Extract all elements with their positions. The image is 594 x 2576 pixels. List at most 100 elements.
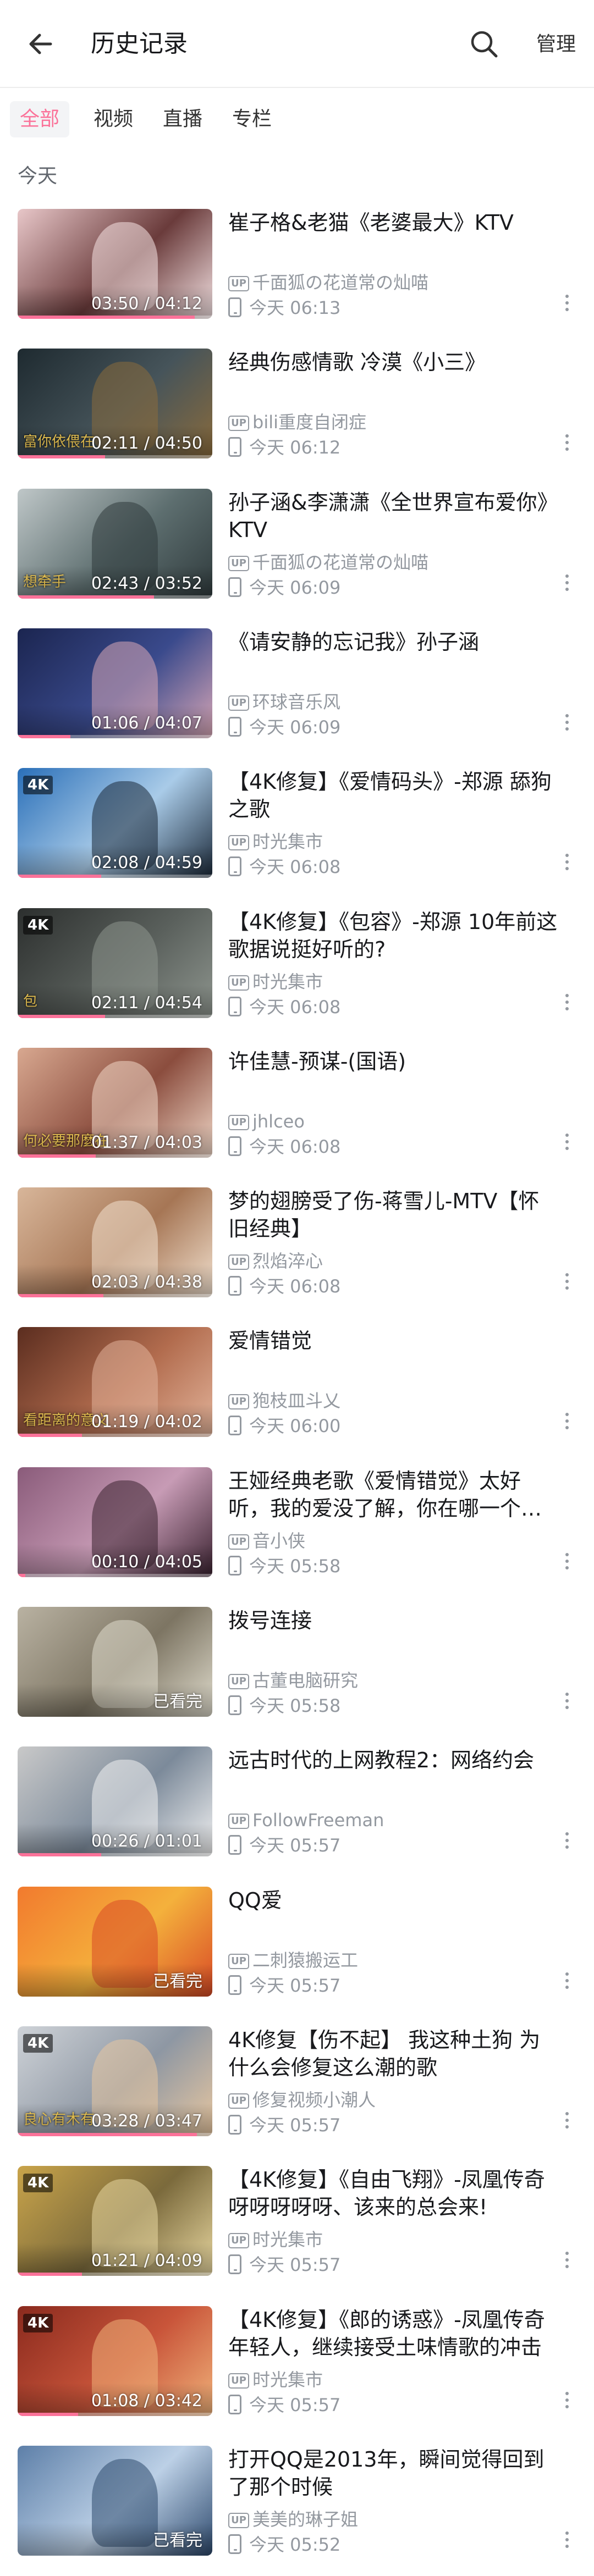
video-title[interactable]: 爱情错觉 xyxy=(228,1327,558,1355)
video-title[interactable]: 《请安静的忘记我》孙子涵 xyxy=(228,628,558,656)
uploader-row[interactable]: UP 烈焰淬心 xyxy=(228,1250,323,1272)
video-thumbnail[interactable]: 何必要那麼在01:37 / 04:03 xyxy=(18,1047,212,1158)
history-item[interactable]: 已看完 拨号连接 UP 古董电脑研究 今天 05:58 xyxy=(0,1607,594,1746)
back-button[interactable] xyxy=(24,27,57,60)
more-options-button[interactable] xyxy=(559,2109,575,2142)
uploader-row[interactable]: UP FollowFreeman xyxy=(228,1809,384,1831)
uploader-row[interactable]: UP 时光集市 xyxy=(228,831,323,853)
video-title[interactable]: 梦的翅膀受了伤-蒋雪儿-MTV【怀旧经典】 xyxy=(228,1187,558,1242)
more-options-button[interactable] xyxy=(559,2528,575,2561)
video-title[interactable]: 远古时代的上网教程2：网络约会 xyxy=(228,1746,558,1774)
video-title[interactable]: 许佳慧-预谋-(国语) xyxy=(228,1048,558,1075)
video-thumbnail[interactable]: 4K包02:11 / 04:54 xyxy=(18,908,212,1018)
history-item[interactable]: 01:06 / 04:07 《请安静的忘记我》孙子涵 UP 环球音乐风 今天 06:09 xyxy=(0,628,594,768)
video-title[interactable]: 【4K修复】《包容》-郑源 10年前这歌据说挺好听的? xyxy=(228,908,558,963)
uploader-row[interactable]: UP 时光集市 xyxy=(228,2229,323,2251)
video-thumbnail[interactable]: 想牵手02:43 / 03:52 xyxy=(18,488,212,599)
more-options-button[interactable] xyxy=(559,2389,575,2422)
tab-article[interactable]: 专栏 xyxy=(221,101,283,137)
tab-video[interactable]: 视频 xyxy=(82,101,144,137)
video-title[interactable]: 崔子格&老猫《老婆最大》KTV xyxy=(228,209,558,236)
history-item[interactable]: 已看完 打开QQ是2013年，瞬间觉得回到了那个时候 UP 美美的琳子姐 今天 05:5… xyxy=(0,2445,594,2576)
history-item[interactable]: 4K 01:08 / 03:42 【4K修复】《郎的诱惑》-凤凰传奇 年轻人，继续接… xyxy=(0,2306,594,2446)
video-thumbnail[interactable]: 已看完 xyxy=(18,1607,212,1717)
up-badge-icon: UP xyxy=(228,1674,249,1689)
watch-time: 今天 06:09 xyxy=(249,577,341,598)
history-item[interactable]: 看距离的意义01:19 / 04:02 爱情错觉 UP狍枝皿斗乂今天 06:00 xyxy=(0,1327,594,1467)
video-title[interactable]: 【4K修复】《郎的诱惑》-凤凰传奇 年轻人，继续接受土味情歌的冲击 xyxy=(228,2306,558,2361)
more-options-button[interactable] xyxy=(559,1689,575,1722)
history-item[interactable]: 02:03 / 04:38 梦的翅膀受了伤-蒋雪儿-MTV【怀旧经典】 UP 烈焰淬心… xyxy=(0,1187,594,1327)
tab-live[interactable]: 直播 xyxy=(150,101,216,137)
watch-time-row: 今天 06:09 xyxy=(228,577,340,599)
uploader-row[interactable]: UP 二刺猿搬运工 xyxy=(228,1949,358,1971)
video-title[interactable]: QQ爱 xyxy=(228,1887,558,1914)
more-options-button[interactable] xyxy=(559,1829,575,1862)
history-item[interactable]: 4K 02:08 / 04:59 【4K修复】《爱情码头》-郑源 舔狗之歌 UP 时光集… xyxy=(0,768,594,908)
phone-icon xyxy=(228,856,241,877)
video-title[interactable]: 打开QQ是2013年，瞬间觉得回到了那个时候 xyxy=(228,2446,558,2501)
video-thumbnail[interactable]: 4K 01:08 / 03:42 xyxy=(18,2306,212,2416)
video-thumbnail[interactable]: 已看完 xyxy=(18,2445,212,2556)
history-item[interactable]: 00:26 / 01:01 远古时代的上网教程2：网络约会 UP FollowFree… xyxy=(0,1746,594,1886)
video-title[interactable]: 4K修复【伤不起】 我这种土狗 为什么会修复这么潮的歌 xyxy=(228,2026,558,2081)
more-dot xyxy=(565,1552,569,1556)
history-item[interactable]: 想牵手02:43 / 03:52 孙子涵&李潇潇《全世界宣布爱你》KTV UP千面狐… xyxy=(0,488,594,628)
video-thumbnail[interactable]: 4K 01:21 / 04:09 xyxy=(18,2166,212,2276)
more-options-button[interactable] xyxy=(559,1969,575,2002)
history-item[interactable]: 00:10 / 04:05 王娅经典老歌《爱情错觉》太好听，我的爱没了解，你在哪一… xyxy=(0,1467,594,1607)
tab-all[interactable]: 全部 xyxy=(10,101,69,137)
more-options-button[interactable] xyxy=(559,431,575,464)
history-item[interactable]: 何必要那麼在01:37 / 04:03 许佳慧-预谋-(国语) UPjhlceo 今天… xyxy=(0,1047,594,1187)
video-thumbnail[interactable]: 00:26 / 01:01 xyxy=(18,1746,212,1857)
video-thumbnail[interactable]: 富你依偎在02:11 / 04:50 xyxy=(18,349,212,459)
uploader-row[interactable]: UP 环球音乐风 xyxy=(228,691,340,713)
uploader-name: 环球音乐风 xyxy=(252,691,341,712)
more-options-button[interactable] xyxy=(559,291,575,324)
video-thumbnail[interactable]: 03:50 / 04:12 xyxy=(18,209,212,319)
history-item[interactable]: 已看完 QQ爱 UP 二刺猿搬运工 今天 05:57 xyxy=(0,1886,594,2026)
uploader-row[interactable]: UP 音小侠 xyxy=(228,1530,305,1552)
video-title[interactable]: 拨号连接 xyxy=(228,1607,558,1634)
video-title[interactable]: 【4K修复】《自由飞翔》-凤凰传奇 呀呀呀呀呀、该来的总会来! xyxy=(228,2166,558,2221)
history-item[interactable]: 03:50 / 04:12 崔子格&老猫《老婆最大》KTV UP 千面狐の花道常の灿喵… xyxy=(0,209,594,349)
video-title[interactable]: 孙子涵&李潇潇《全世界宣布爱你》KTV xyxy=(228,489,558,544)
video-title[interactable]: 王娅经典老歌《爱情错觉》太好听，我的爱没了解，你在哪一个世界 xyxy=(228,1467,558,1522)
more-options-button[interactable] xyxy=(559,571,575,604)
video-thumbnail[interactable]: 02:03 / 04:38 xyxy=(18,1187,212,1298)
uploader-row[interactable]: UP 千面狐の花道常の灿喵 xyxy=(228,272,428,294)
video-title[interactable]: 经典伤感情歌 冷漠《小三》 xyxy=(228,349,558,376)
video-thumbnail[interactable]: 已看完 xyxy=(18,1886,212,1997)
uploader-row[interactable]: UP jhlceo xyxy=(228,1110,305,1132)
history-item[interactable]: 富你依偎在02:11 / 04:50 经典伤感情歌 冷漠《小三》 UPbili重度自… xyxy=(0,349,594,488)
video-thumbnail[interactable]: 00:10 / 04:05 xyxy=(18,1467,212,1577)
video-thumbnail[interactable]: 看距离的意义01:19 / 04:02 xyxy=(18,1327,212,1438)
uploader-row[interactable]: UP 时光集市 xyxy=(228,2369,323,2391)
manage-button[interactable]: 管理 xyxy=(536,32,576,57)
video-thumbnail[interactable]: 4K良心有木有03:28 / 03:47 xyxy=(18,2026,212,2136)
uploader-row[interactable]: UP 狍枝皿斗乂 xyxy=(228,1390,340,1412)
uploader-row[interactable]: UP 千面狐の花道常の灿喵 xyxy=(228,551,428,573)
more-options-button[interactable] xyxy=(559,1130,575,1163)
uploader-row[interactable]: UP 修复视频小潮人 xyxy=(228,2089,376,2111)
uploader-row[interactable]: UP bili重度自闭症 xyxy=(228,411,366,433)
more-options-button[interactable] xyxy=(559,1550,575,1583)
video-thumbnail[interactable]: 01:06 / 04:07 xyxy=(18,628,212,738)
history-item[interactable]: 4K包02:11 / 04:54 【4K修复】《包容》-郑源 10年前这歌据说挺好… xyxy=(0,908,594,1048)
search-button[interactable] xyxy=(468,27,501,60)
uploader-row[interactable]: UP 时光集市 xyxy=(228,971,323,993)
watch-duration: 已看完 xyxy=(153,1692,202,1711)
more-options-button[interactable] xyxy=(559,850,575,883)
watch-time-row: 今天 06:08 xyxy=(228,1275,340,1297)
uploader-row[interactable]: UP 美美的琳子姐 xyxy=(228,2508,358,2530)
more-options-button[interactable] xyxy=(559,1270,575,1303)
video-title[interactable]: 【4K修复】《爱情码头》-郑源 舔狗之歌 xyxy=(228,768,558,823)
history-item[interactable]: 4K 01:21 / 04:09 【4K修复】《自由飞翔》-凤凰传奇 呀呀呀呀呀、该… xyxy=(0,2166,594,2306)
more-options-button[interactable] xyxy=(559,991,575,1024)
video-thumbnail[interactable]: 4K 02:08 / 04:59 xyxy=(18,768,212,878)
more-options-button[interactable] xyxy=(559,1409,575,1442)
more-options-button[interactable] xyxy=(559,711,575,744)
history-item[interactable]: 4K良心有木有03:28 / 03:47 4K修复【伤不起】 我这种土狗 为什么会… xyxy=(0,2026,594,2166)
uploader-row[interactable]: UP 古董电脑研究 xyxy=(228,1670,358,1691)
more-options-button[interactable] xyxy=(559,2248,575,2281)
